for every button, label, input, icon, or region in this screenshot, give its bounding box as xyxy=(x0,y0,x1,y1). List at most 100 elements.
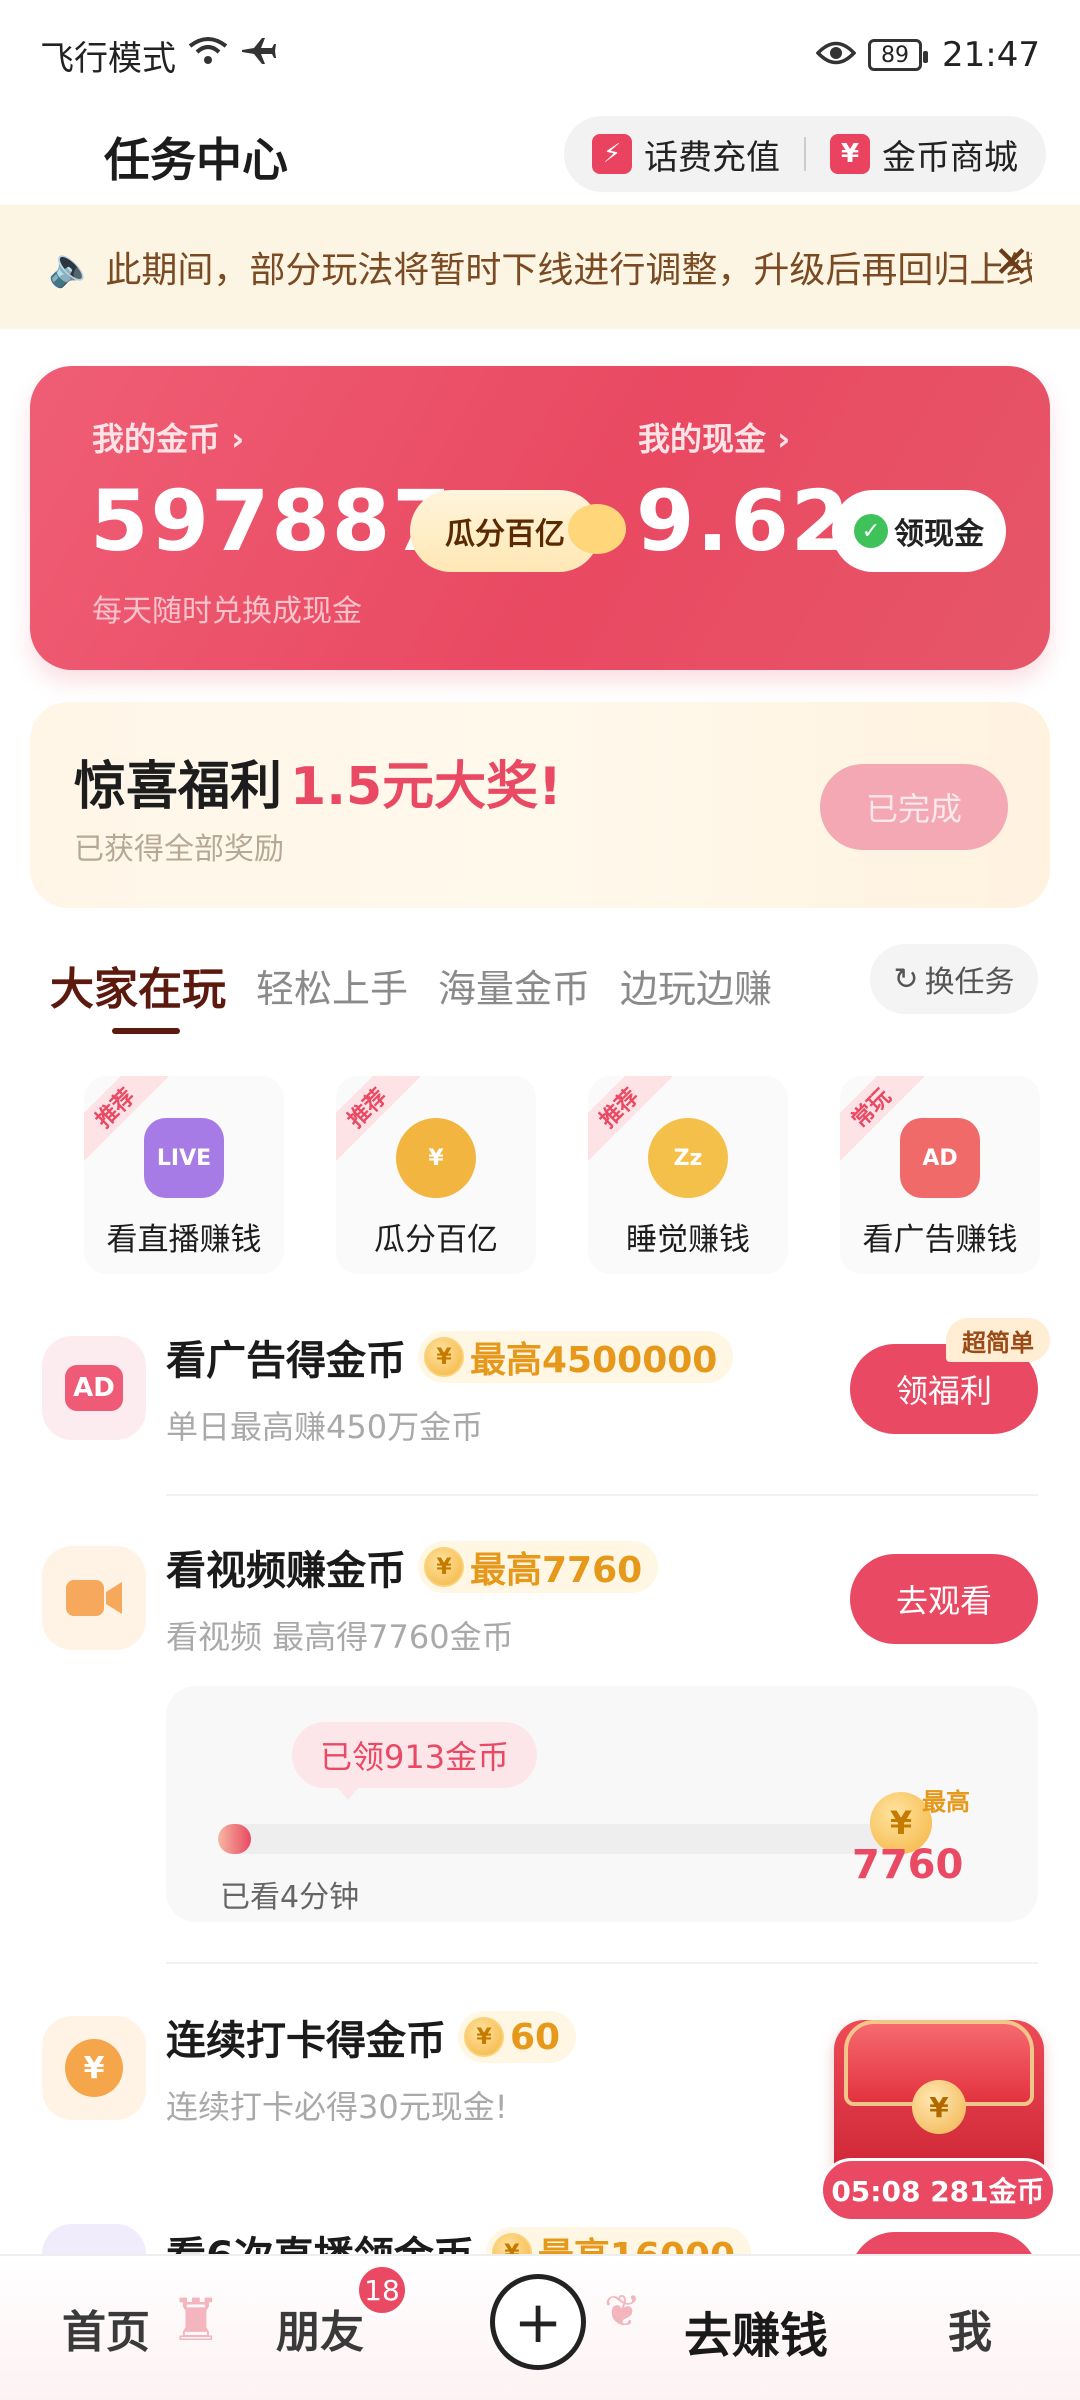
task-title: 看广告得金币 ¥ 最高4500000 xyxy=(166,1328,734,1386)
wallet-card: 我的金币 › 597887 每天随时兑换成现金 瓜分百亿 我的现金 › 9.62… xyxy=(30,366,1050,670)
max-value: 7760 xyxy=(852,1842,964,1888)
task-sub: 连续打卡必得30元现金! xyxy=(166,2088,508,2126)
friends-badge: 18 xyxy=(356,2264,408,2316)
task-title: 看6次直播领金币 ¥ 最高16000 xyxy=(166,2224,752,2254)
notice-text: 此期间，部分玩法将暂时下线进行调整，升级后再回归上线 xyxy=(105,250,1032,291)
tile-watch-ads[interactable]: 常玩 AD 看广告赚钱 xyxy=(840,1076,1040,1274)
status-bar: 飞行模式 89 21:47 xyxy=(0,0,1080,110)
coin-icon: ¥ xyxy=(424,1337,464,1377)
video-camera-icon xyxy=(42,1546,146,1650)
coin-icon: ¥ xyxy=(424,1547,464,1587)
share-billion-label: 瓜分百亿 xyxy=(445,517,565,552)
task-title: 连续打卡得金币 ¥60 xyxy=(166,2008,577,2066)
close-icon[interactable]: ✕ xyxy=(993,237,1030,288)
surprise-title-text: 惊喜福利 xyxy=(74,757,283,817)
clock: 21:47 xyxy=(942,35,1040,75)
airplane-mode-text: 飞行模式 xyxy=(40,38,176,79)
reward-text: 60 xyxy=(510,2016,561,2058)
progress-fill xyxy=(218,1824,252,1854)
reward-text: 最高7760 xyxy=(470,1550,643,1591)
wifi-icon xyxy=(188,35,228,75)
coin-mall-button[interactable]: ¥ 金币商城 xyxy=(830,130,1018,179)
feature-tiles: 推荐 LIVE 看直播赚钱 推荐 ¥ 瓜分百亿 推荐 Zz 睡觉赚钱 常玩 AD… xyxy=(84,1076,1040,1274)
video-progress-panel: 已领913金币 已看4分钟 ¥ 最高 7760 xyxy=(166,1686,1038,1922)
task-watch-video: 看视频赚金币 ¥ 最高7760 看视频 最高得7760金币 去观看 xyxy=(0,1510,1080,1670)
task-title-text: 连续打卡得金币 xyxy=(166,2018,446,2064)
my-cash-link[interactable]: 我的现金 › xyxy=(638,414,790,460)
nav-me[interactable]: 我 xyxy=(948,2296,992,2360)
watched-time: 已看4分钟 xyxy=(220,1880,360,1915)
withdraw-button[interactable]: ✓ 领现金 xyxy=(832,490,1006,572)
ticket-icon: ¥ xyxy=(830,134,870,174)
cloud-icon xyxy=(568,504,626,554)
reward-badge: ¥ 最高7760 xyxy=(418,1541,659,1593)
sleeping-person-icon: Zz xyxy=(648,1118,728,1198)
battery-icon: 89 xyxy=(868,39,929,71)
tab-easy[interactable]: 轻松上手 xyxy=(256,958,408,1013)
divider xyxy=(166,1494,1038,1496)
tile-share-billion[interactable]: 推荐 ¥ 瓜分百亿 xyxy=(336,1076,536,1274)
ad-icon: AD xyxy=(42,1336,146,1440)
chest-coin-icon: ¥ xyxy=(912,2080,966,2134)
reward-badge: ¥60 xyxy=(458,2011,577,2063)
coins-value: 597887 xyxy=(90,472,453,570)
header: 任务中心 ⚡ 话费充值 ¥ 金币商城 xyxy=(0,112,1080,202)
nav-home[interactable]: 首页 xyxy=(62,2296,150,2360)
task-title-text: 看6次直播领金币 xyxy=(166,2224,474,2254)
tab-play-and-earn[interactable]: 边玩边赚 xyxy=(620,958,772,1013)
dove-decoration-icon: ❦ xyxy=(604,2286,641,2337)
tab-massive-coins[interactable]: 海量金币 xyxy=(438,958,590,1013)
task-sub: 单日最高赚450万金币 xyxy=(166,1408,484,1446)
header-actions: ⚡ 话费充值 ¥ 金币商城 xyxy=(564,116,1046,192)
reward-text: 最高4500000 xyxy=(470,1340,718,1381)
reward-badge: ¥ 最高16000 xyxy=(485,2227,752,2254)
treasure-timer: 05:08 281金币 xyxy=(820,2158,1056,2222)
plus-icon[interactable]: + xyxy=(490,2274,586,2370)
progress-track xyxy=(218,1824,886,1854)
nav-earn[interactable]: 去赚钱 xyxy=(684,2296,828,2366)
yuan-coin-icon: ¥ xyxy=(65,2039,123,2097)
surprise-title: 惊喜福利 1.5元大奖! xyxy=(74,744,562,819)
category-tabs: 大家在玩 轻松上手 海量金币 边玩边赚 xyxy=(50,945,772,1025)
nav-friends[interactable]: 朋友 xyxy=(276,2296,364,2360)
coins-sub: 每天随时兑换成现金 xyxy=(92,594,362,629)
max-reward: ¥ 最高 7760 xyxy=(852,1772,1002,1892)
surprise-card: 惊喜福利 1.5元大奖! 已获得全部奖励 已完成 xyxy=(30,702,1050,908)
task-button[interactable] xyxy=(850,2232,1038,2254)
tile-label: 看广告赚钱 xyxy=(862,1222,1018,1258)
hand-coin-icon: ¥ xyxy=(396,1118,476,1198)
lightning-icon: ⚡ xyxy=(592,134,632,174)
task-title-text: 看广告得金币 xyxy=(166,1338,406,1384)
share-billion-button[interactable]: 瓜分百亿 xyxy=(410,490,626,572)
cash-value: 9.62 xyxy=(636,472,852,570)
recharge-button[interactable]: ⚡ 话费充值 xyxy=(592,130,780,179)
tab-underline xyxy=(112,1028,180,1034)
divider xyxy=(166,1962,1038,1964)
task-title-text: 看视频赚金币 xyxy=(166,1548,406,1594)
coin-mall-label: 金币商城 xyxy=(882,137,1018,178)
completed-button[interactable]: 已完成 xyxy=(820,764,1008,850)
header-divider xyxy=(804,137,806,171)
bottom-nav: 首页 ♜ 朋友 18 + ❦ 去赚钱 我 xyxy=(0,2254,1080,2400)
tile-watch-live[interactable]: 推荐 LIVE 看直播赚钱 xyxy=(84,1076,284,1274)
ad-badge: AD xyxy=(65,1365,123,1411)
tv-icon: LIVE xyxy=(144,1118,224,1198)
surprise-sub: 已获得全部奖励 xyxy=(74,832,284,867)
task-title: 看视频赚金币 ¥ 最高7760 xyxy=(166,1538,659,1596)
tile-label: 看直播赚钱 xyxy=(106,1222,262,1258)
notice-bar: 🔈 此期间，部分玩法将暂时下线进行调整，升级后再回归上线 ✕ xyxy=(0,205,1080,329)
my-coins-link[interactable]: 我的金币 › xyxy=(92,414,244,460)
refresh-tasks-button[interactable]: ↻ 换任务 xyxy=(870,944,1038,1014)
live-icon xyxy=(42,2224,146,2254)
airplane-icon xyxy=(240,35,276,75)
tile-label: 睡觉赚钱 xyxy=(626,1222,750,1258)
super-easy-tag: 超简单 xyxy=(946,1318,1050,1362)
tab-popular[interactable]: 大家在玩 xyxy=(50,953,226,1017)
eye-icon xyxy=(815,35,857,75)
task-sub: 看视频 最高得7760金币 xyxy=(166,1618,514,1656)
go-watch-button[interactable]: 去观看 xyxy=(850,1554,1038,1644)
surprise-highlight: 1.5元大奖! xyxy=(290,757,562,817)
page-title: 任务中心 xyxy=(104,133,288,187)
wechat-icon: ✓ xyxy=(854,514,888,548)
tile-sleep-earn[interactable]: 推荐 Zz 睡觉赚钱 xyxy=(588,1076,788,1274)
